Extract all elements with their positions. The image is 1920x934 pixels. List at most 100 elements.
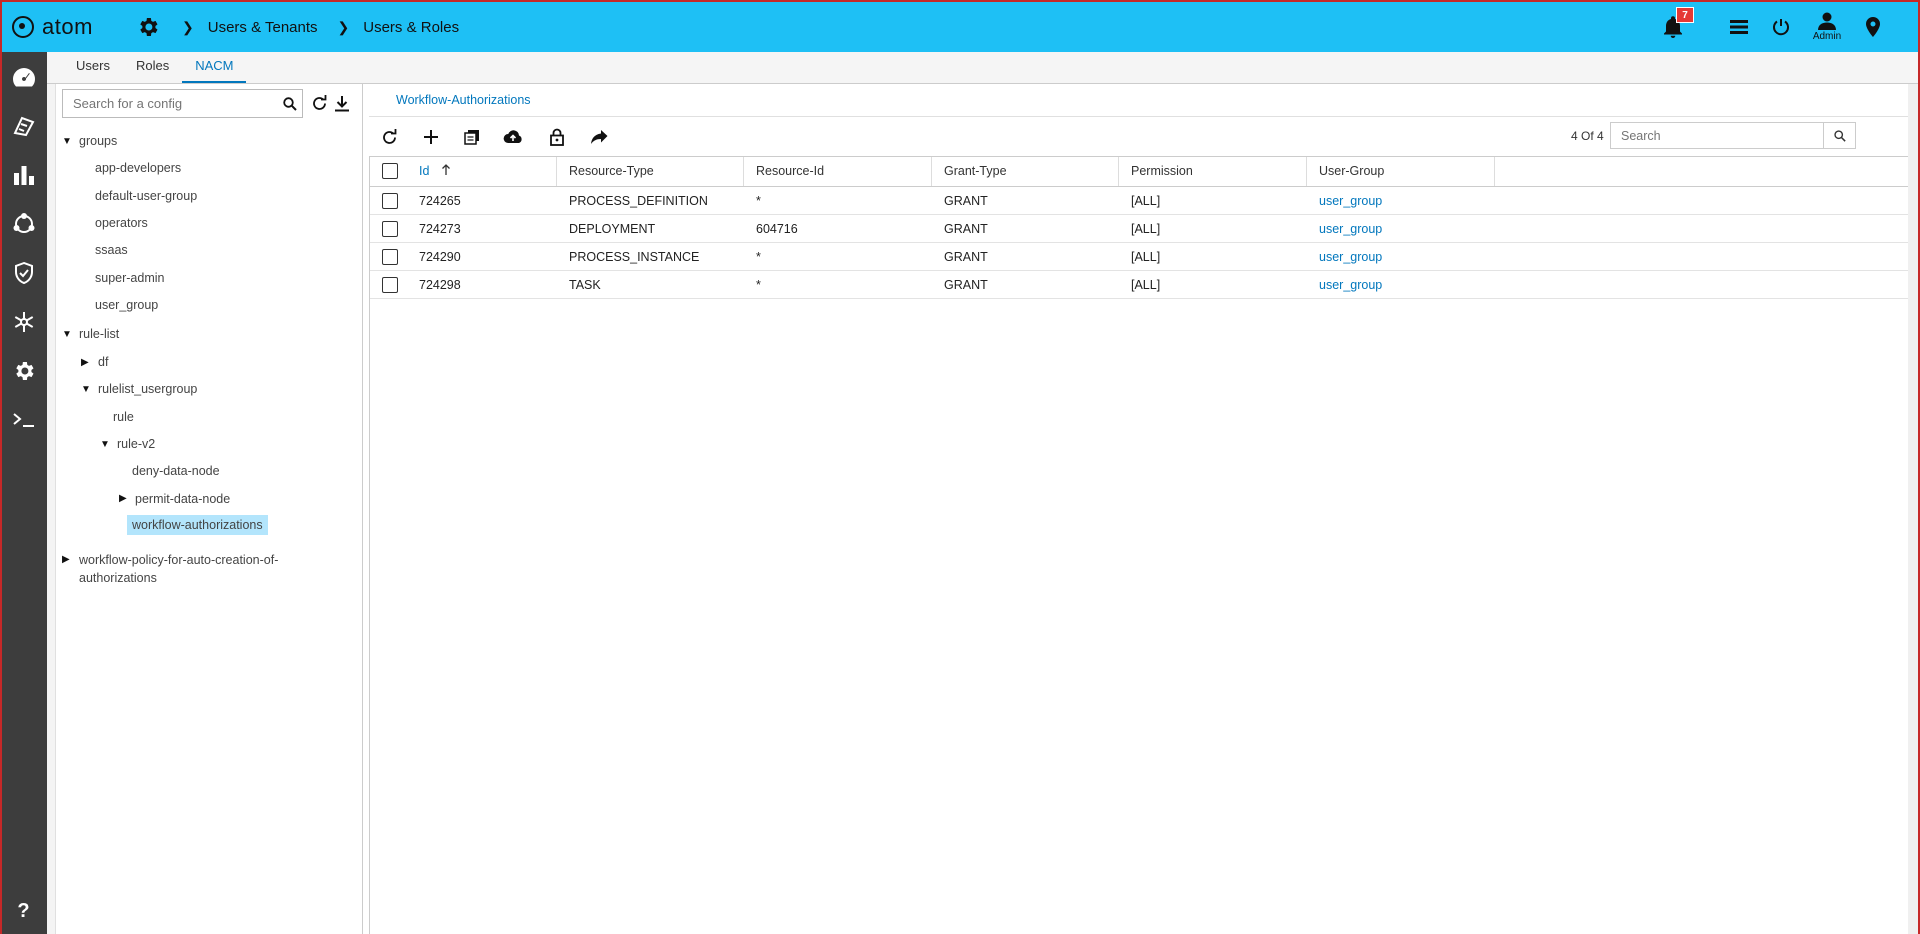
sort-up-icon[interactable] xyxy=(441,157,451,186)
left-navigation: ? xyxy=(0,52,47,934)
upload-button[interactable] xyxy=(500,124,526,150)
collapse-arrow-icon[interactable]: ▼ xyxy=(100,439,110,450)
tree-node-super-admin[interactable]: super-admin xyxy=(95,271,164,285)
tree-node-app-developers[interactable]: app-developers xyxy=(95,161,181,175)
grid-header: Id Resource-Type Resource-Id Grant-Type … xyxy=(370,156,1909,187)
tree-node-ssaas[interactable]: ssaas xyxy=(95,243,128,257)
tree-node-operators[interactable]: operators xyxy=(95,216,148,230)
user-menu-button[interactable]: Admin xyxy=(1802,7,1852,47)
expand-arrow-icon[interactable]: ▶ xyxy=(62,554,70,565)
tree-node-workflow-policy[interactable]: workflow-policy-for-auto-creation-of- xyxy=(79,553,278,567)
cell-resource-type: TASK xyxy=(569,278,601,292)
table-row[interactable]: 724290 PROCESS_INSTANCE * GRANT [ALL] us… xyxy=(370,243,1909,271)
collapse-arrow-icon[interactable]: ▼ xyxy=(62,329,72,340)
chevron-right-icon: ❯ xyxy=(182,18,194,35)
config-search-input[interactable] xyxy=(71,95,276,112)
panel-gutter xyxy=(47,84,56,934)
column-header-resource-type[interactable]: Resource-Type xyxy=(557,157,744,186)
tab-users[interactable]: Users xyxy=(63,51,123,83)
column-header-id[interactable]: Id xyxy=(407,157,557,186)
chevron-right-icon: ❯ xyxy=(337,18,350,35)
copy-button[interactable] xyxy=(459,124,485,150)
cell-resource-id: * xyxy=(756,278,761,292)
breadcrumb-users-roles[interactable]: Users & Roles xyxy=(363,19,459,36)
app-logo[interactable]: atom xyxy=(12,14,122,40)
column-header-grant-type[interactable]: Grant-Type xyxy=(932,157,1119,186)
tree-node-default-user-group[interactable]: default-user-group xyxy=(95,189,197,203)
refresh-tree-button[interactable] xyxy=(308,92,330,114)
cell-permission: [ALL] xyxy=(1131,278,1161,292)
notifications-button[interactable]: 7 xyxy=(1652,7,1694,47)
grid-search-button[interactable] xyxy=(1823,123,1855,148)
nav-topology[interactable] xyxy=(0,199,47,248)
select-all-checkbox[interactable] xyxy=(382,163,398,179)
add-button[interactable] xyxy=(418,124,444,150)
shield-icon xyxy=(14,261,33,284)
table-row[interactable]: 724298 TASK * GRANT [ALL] user_group xyxy=(370,271,1909,299)
breadcrumb-users-tenants[interactable]: Users & Tenants xyxy=(208,19,318,36)
nav-devices[interactable] xyxy=(0,101,47,150)
cell-user-group-link[interactable]: user_group xyxy=(1307,187,1382,215)
tree-node-rule[interactable]: rule xyxy=(113,410,134,424)
tree-node-permit-data-node[interactable]: permit-data-node xyxy=(135,492,230,506)
nav-analytics[interactable] xyxy=(0,150,47,199)
table-row[interactable]: 724265 PROCESS_DEFINITION * GRANT [ALL] … xyxy=(370,187,1909,215)
column-header-permission[interactable]: Permission xyxy=(1119,157,1307,186)
nav-console[interactable] xyxy=(0,395,47,444)
power-icon xyxy=(1773,19,1789,36)
column-header-resource-id[interactable]: Resource-Id xyxy=(744,157,932,186)
copy-icon xyxy=(464,130,479,145)
tree-node-workflow-authorizations[interactable]: workflow-authorizations xyxy=(127,515,268,535)
tab-roles[interactable]: Roles xyxy=(123,51,182,83)
help-button[interactable]: ? xyxy=(0,888,47,934)
terminal-icon xyxy=(12,412,34,427)
nav-administration[interactable] xyxy=(0,346,47,395)
network-icon xyxy=(13,212,34,233)
tab-bar: Users Roles NACM xyxy=(47,52,1920,84)
cell-user-group-link[interactable]: user_group xyxy=(1307,271,1382,299)
cell-resource-type: PROCESS_DEFINITION xyxy=(569,194,708,208)
tree-node-user-group[interactable]: user_group xyxy=(95,298,158,312)
tree-node-df[interactable]: df xyxy=(98,355,108,369)
settings-icon[interactable] xyxy=(134,13,162,41)
collapse-arrow-icon[interactable]: ▼ xyxy=(62,136,72,147)
top-header: atom ❯ Users & Tenants ❯ Users & Roles 7… xyxy=(0,0,1920,52)
tree-node-groups[interactable]: groups xyxy=(79,134,117,148)
grid-search-input[interactable] xyxy=(1619,127,1809,144)
tree-node-rule-v2[interactable]: rule-v2 xyxy=(117,437,155,451)
tree-node-deny-data-node[interactable]: deny-data-node xyxy=(132,464,220,478)
right-gutter xyxy=(1908,84,1920,934)
lock-icon xyxy=(550,128,564,146)
row-checkbox[interactable] xyxy=(382,221,398,237)
download-button[interactable] xyxy=(331,92,353,114)
share-button[interactable] xyxy=(586,124,612,150)
power-button[interactable] xyxy=(1760,7,1802,47)
table-row[interactable]: 724273 DEPLOYMENT 604716 GRANT [ALL] use… xyxy=(370,215,1909,243)
cell-grant-type: GRANT xyxy=(944,222,988,236)
page-breadcrumb[interactable]: Workflow-Authorizations xyxy=(396,93,531,107)
lock-button[interactable] xyxy=(544,124,570,150)
list-view-button[interactable] xyxy=(1718,7,1760,47)
row-checkbox[interactable] xyxy=(382,249,398,265)
cell-user-group-link[interactable]: user_group xyxy=(1307,243,1382,271)
nav-dashboard[interactable] xyxy=(0,52,47,101)
refresh-button[interactable] xyxy=(376,124,402,150)
nav-security[interactable] xyxy=(0,248,47,297)
expand-arrow-icon[interactable]: ▶ xyxy=(81,357,89,368)
tree-node-rule-list[interactable]: rule-list xyxy=(79,327,119,341)
tab-nacm[interactable]: NACM xyxy=(182,51,247,83)
location-button[interactable] xyxy=(1852,7,1894,47)
search-icon[interactable] xyxy=(283,96,297,111)
collapse-arrow-icon[interactable]: ▼ xyxy=(81,384,91,395)
cell-resource-id: * xyxy=(756,194,761,208)
cell-user-group-link[interactable]: user_group xyxy=(1307,215,1382,243)
tree-node-rulelist-usergroup[interactable]: rulelist_usergroup xyxy=(98,382,197,396)
nav-resources[interactable] xyxy=(0,297,47,346)
tree-node-workflow-policy-cont[interactable]: authorizations xyxy=(79,571,157,585)
row-checkbox[interactable] xyxy=(382,193,398,209)
location-pin-icon xyxy=(1866,17,1880,37)
cell-resource-id: 604716 xyxy=(756,222,798,236)
row-checkbox[interactable] xyxy=(382,277,398,293)
expand-arrow-icon[interactable]: ▶ xyxy=(119,493,127,504)
column-header-user-group[interactable]: User-Group xyxy=(1307,157,1495,186)
